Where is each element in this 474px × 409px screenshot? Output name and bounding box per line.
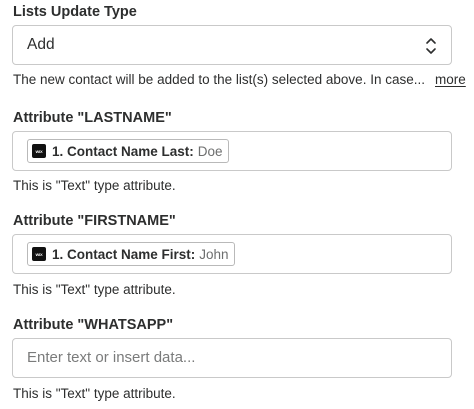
attribute-whatsapp-field[interactable]: Enter text or insert data... xyxy=(12,338,452,378)
attribute-whatsapp-helper: This is "Text" type attribute. xyxy=(13,386,176,401)
attribute-firstname-helper: This is "Text" type attribute. xyxy=(13,282,176,297)
whatsapp-placeholder: Enter text or insert data... xyxy=(27,349,196,366)
more-link[interactable]: more xyxy=(435,72,466,87)
firstname-data-pill[interactable]: WIX 1. Contact Name First: John xyxy=(27,242,235,266)
app-icon-text: WIX xyxy=(35,148,43,154)
firstname-pill-label: 1. Contact Name First: xyxy=(52,246,196,262)
lastname-pill-label: 1. Contact Name Last: xyxy=(52,143,194,159)
attribute-firstname-label: Attribute "FIRSTNAME" xyxy=(13,213,176,229)
wix-app-icon: WIX xyxy=(32,144,46,158)
app-icon-text: WIX xyxy=(35,251,43,257)
lastname-data-pill[interactable]: WIX 1. Contact Name Last: Doe xyxy=(27,139,229,163)
lists-update-type-select[interactable]: Add xyxy=(12,25,452,65)
attribute-whatsapp-label: Attribute "WHATSAPP" xyxy=(13,317,174,333)
chevron-up-down-icon xyxy=(426,38,436,54)
attribute-lastname-field[interactable]: WIX 1. Contact Name Last: Doe xyxy=(12,131,452,171)
lastname-pill-value: Doe xyxy=(197,143,223,159)
lists-update-type-value: Add xyxy=(27,36,55,53)
lists-update-type-label: Lists Update Type xyxy=(13,4,137,20)
attribute-firstname-field[interactable]: WIX 1. Contact Name First: John xyxy=(12,234,452,274)
lists-update-type-helper: The new contact will be added to the lis… xyxy=(13,72,425,87)
firstname-pill-value: John xyxy=(199,246,229,262)
attribute-lastname-label: Attribute "LASTNAME" xyxy=(13,110,172,126)
attribute-lastname-helper: This is "Text" type attribute. xyxy=(13,178,176,193)
wix-app-icon: WIX xyxy=(32,247,46,261)
